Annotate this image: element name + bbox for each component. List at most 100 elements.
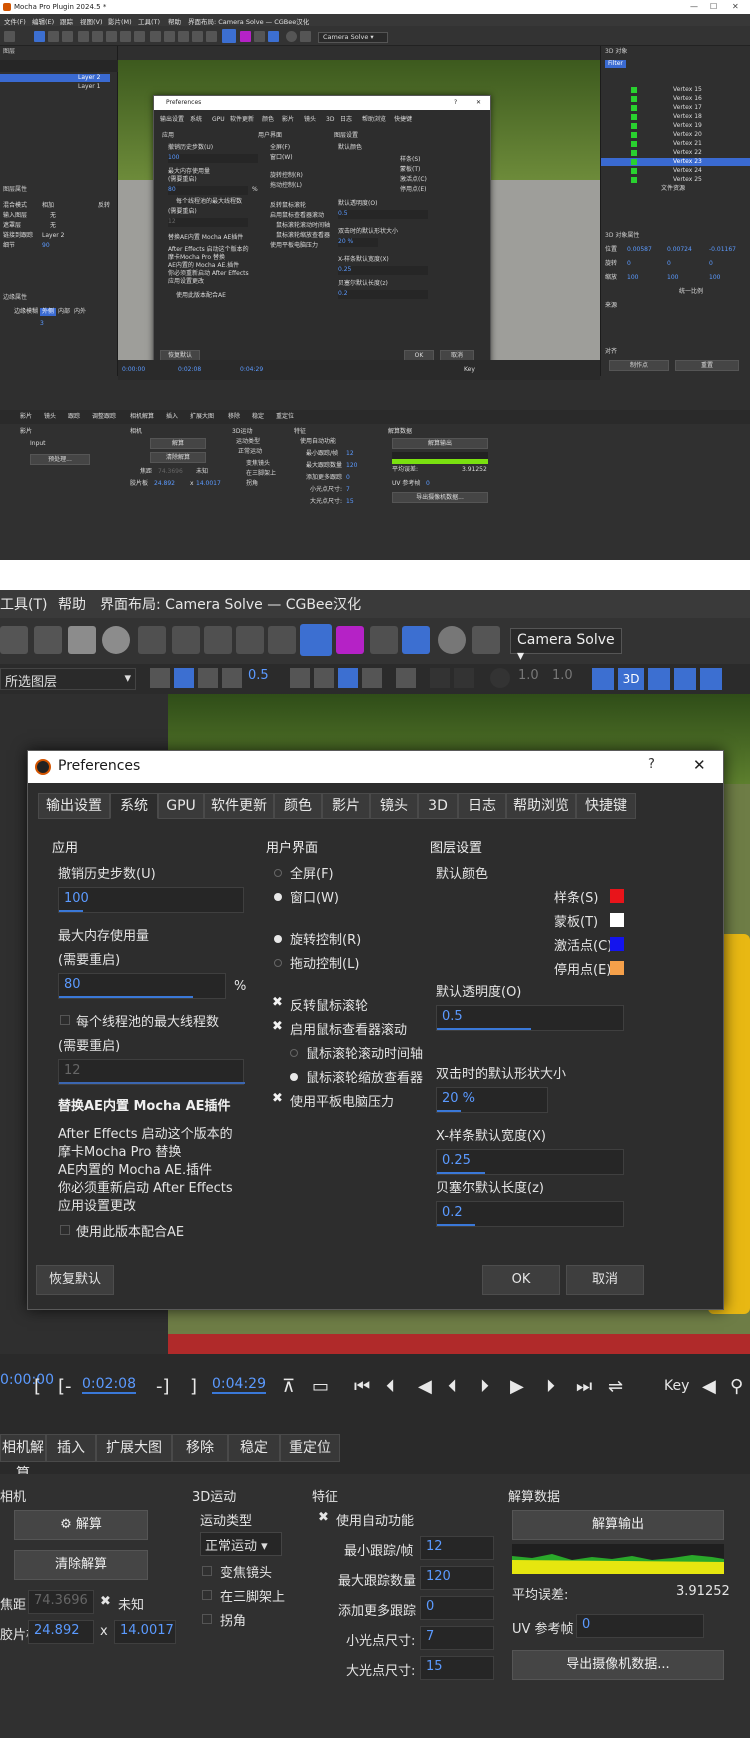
- magic-icon[interactable]: [62, 31, 73, 42]
- clear-thumb-button[interactable]: 清除解算: [150, 452, 206, 463]
- unknown-check-icon[interactable]: ✖: [100, 1594, 111, 1609]
- zoom-icon[interactable]: [92, 31, 103, 42]
- list-item[interactable]: Vertex 24: [601, 167, 750, 175]
- menu-clip[interactable]: 影片(M): [108, 16, 132, 26]
- solve-output-thumb[interactable]: 解算输出: [392, 438, 488, 449]
- pen-icon[interactable]: [0, 626, 28, 654]
- brush-icon[interactable]: [34, 626, 62, 654]
- folder-label[interactable]: 文件资源: [661, 185, 685, 193]
- clear-solve-button[interactable]: 清除解算: [14, 1550, 148, 1580]
- input-layer-value[interactable]: 无: [50, 212, 56, 220]
- lightning-icon[interactable]: [592, 668, 614, 690]
- list-item[interactable]: Vertex 23: [601, 158, 750, 166]
- cancel-button[interactable]: 取消: [566, 1265, 644, 1295]
- bracket-open-icon[interactable]: [: [34, 1376, 41, 1397]
- trim-icon[interactable]: ⊼: [282, 1376, 295, 1397]
- surface-s-icon[interactable]: [222, 29, 236, 43]
- wheel-time-radio[interactable]: [290, 1049, 298, 1057]
- surface-s-icon[interactable]: [300, 624, 332, 656]
- scale-icon[interactable]: [204, 626, 232, 654]
- preview-thumb-button[interactable]: 预处理...: [30, 454, 90, 465]
- hand-icon[interactable]: [430, 668, 450, 688]
- edge-both[interactable]: 内外: [74, 308, 86, 316]
- menu-help[interactable]: 帮助: [168, 16, 181, 26]
- timeline-thumb[interactable]: 0:00:00 0:02:08 0:04:29 Key: [118, 360, 600, 380]
- grid-pink-icon[interactable]: [240, 31, 251, 42]
- list-item[interactable]: Vertex 15: [601, 86, 750, 94]
- edge-value[interactable]: 3: [40, 320, 44, 328]
- scale-z[interactable]: 100: [709, 274, 720, 282]
- list-item[interactable]: Vertex 25: [601, 176, 750, 184]
- next-key-icon[interactable]: ⏵: [546, 1376, 555, 1397]
- grid-icon[interactable]: [206, 31, 217, 42]
- window-radio[interactable]: [274, 893, 282, 901]
- invert-label[interactable]: 反转: [98, 202, 110, 210]
- set-out-icon[interactable]: -]: [156, 1376, 170, 1397]
- close-button[interactable]: ✕: [732, 2, 739, 11]
- rot-z[interactable]: 0: [709, 260, 713, 268]
- link-icon[interactable]: [138, 626, 166, 654]
- inactive-point-swatch[interactable]: [610, 961, 624, 975]
- disc-icon[interactable]: [286, 31, 297, 42]
- keyframe-icon[interactable]: ⚲: [730, 1376, 743, 1397]
- play-back-icon[interactable]: ◀: [418, 1376, 432, 1397]
- link-icon[interactable]: [150, 31, 161, 42]
- pos-z[interactable]: -0.01167: [709, 246, 736, 254]
- lasso-icon[interactable]: [164, 31, 175, 42]
- tablet-check-icon[interactable]: ✖: [272, 1091, 283, 1106]
- pos-y[interactable]: 0.00724: [667, 246, 692, 254]
- close-icon[interactable]: ✕: [476, 99, 481, 107]
- layout-select[interactable]: Camera Solve ▾: [510, 628, 622, 664]
- grid-icon[interactable]: [268, 626, 296, 654]
- uniform-scale-check[interactable]: 统一比例: [679, 288, 703, 296]
- goto-start-icon[interactable]: ⏮: [354, 1376, 370, 1397]
- tab-shortcuts[interactable]: 快捷键: [576, 793, 636, 819]
- auto-features-check-icon[interactable]: ✖: [318, 1510, 329, 1525]
- tab-lens[interactable]: 镜头: [370, 793, 418, 819]
- shape-size-input[interactable]: 20 %: [436, 1087, 548, 1113]
- large-point-input[interactable]: 15: [420, 1656, 494, 1680]
- spline-icon[interactable]: [338, 668, 358, 688]
- menu-edit[interactable]: 编辑(E): [32, 16, 54, 26]
- tab-expand[interactable]: 扩展大图: [96, 1434, 172, 1462]
- small-point-input[interactable]: 7: [420, 1626, 494, 1650]
- scale-x[interactable]: 100: [627, 274, 638, 282]
- box-select-icon[interactable]: [402, 626, 430, 654]
- export-thumb-button[interactable]: 导出摄像机数据...: [392, 492, 488, 503]
- box-select-icon[interactable]: [268, 31, 279, 42]
- x-square-icon[interactable]: [68, 626, 96, 654]
- sensor-width-input[interactable]: 24.892: [28, 1620, 94, 1644]
- tab-insert[interactable]: 插入: [46, 1434, 96, 1462]
- tab-remove[interactable]: 移除: [172, 1434, 228, 1462]
- timeline-start[interactable]: 0:00:00: [0, 1372, 54, 1388]
- select-add-icon[interactable]: [48, 31, 59, 42]
- menu-tools[interactable]: 工具(T): [138, 16, 160, 26]
- menu-tools[interactable]: 工具(T): [0, 594, 47, 614]
- blend-value[interactable]: 相加: [42, 202, 54, 210]
- min-track-input[interactable]: 12: [420, 1536, 494, 1560]
- lasso-icon[interactable]: [172, 626, 200, 654]
- list-item[interactable]: Vertex 17: [601, 104, 750, 112]
- active-point-swatch[interactable]: [610, 937, 624, 951]
- record-icon[interactable]: [222, 668, 242, 688]
- save-icon[interactable]: [4, 31, 15, 42]
- list-item[interactable]: Vertex 16: [601, 95, 750, 103]
- tab-help-browser[interactable]: 帮助浏览: [506, 793, 576, 819]
- list-item[interactable]: Vertex 18: [601, 113, 750, 121]
- disc-icon[interactable]: [438, 626, 466, 654]
- in-point-value[interactable]: 0:02:08: [82, 1376, 136, 1394]
- fullscreen-radio[interactable]: [274, 869, 282, 877]
- list-item[interactable]: Vertex 20: [601, 131, 750, 139]
- move-icon[interactable]: [192, 31, 203, 42]
- layer-select[interactable]: 所选图层 ▾: [0, 668, 136, 690]
- spline-color-swatch[interactable]: [610, 889, 624, 903]
- list-item[interactable]: Vertex 22: [601, 149, 750, 157]
- zoom-lens-checkbox[interactable]: [202, 1566, 212, 1576]
- help-button[interactable]: ?: [648, 757, 655, 772]
- pen-icon[interactable]: [106, 31, 117, 42]
- ae-version-checkbox[interactable]: [60, 1225, 70, 1235]
- maximize-button[interactable]: ☐: [710, 2, 717, 11]
- prev-key-icon[interactable]: ⏴: [386, 1376, 395, 1397]
- reset-button[interactable]: 重置: [675, 360, 739, 371]
- solve-output-button[interactable]: 解算输出: [512, 1510, 724, 1540]
